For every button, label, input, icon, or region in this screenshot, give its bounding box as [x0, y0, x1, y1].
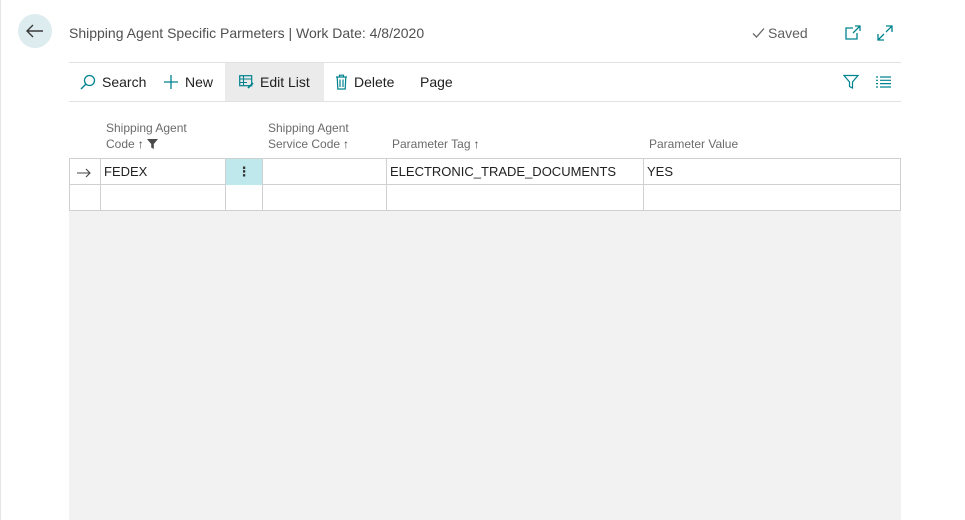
row-indicator — [70, 185, 101, 211]
sort-ascending-icon: ↑ — [137, 137, 144, 151]
delete-label: Delete — [354, 74, 395, 90]
empty-list-area — [69, 211, 901, 520]
edit-list-button[interactable]: Edit List — [225, 63, 324, 101]
data-grid: FEDEX ⋮ ELECTRONIC_TRADE_DOCUMENTS YES — [69, 158, 901, 211]
page-label: Page — [420, 74, 453, 90]
filter-icon[interactable] — [843, 74, 859, 90]
column-header-line: Parameter Tag — [392, 137, 471, 151]
column-header-parameter-tag[interactable]: Parameter Tag ↑ — [392, 136, 480, 152]
cell-parameter-value[interactable]: YES — [644, 159, 900, 185]
column-header-shipping-agent-code[interactable]: Shipping Agent Code ↑ — [106, 120, 187, 152]
cell-parameter-tag[interactable]: ELECTRONIC_TRADE_DOCUMENTS — [387, 159, 644, 185]
action-bar: Search New Edit List Delete Page — [69, 62, 901, 102]
column-header-line: Shipping Agent — [106, 121, 187, 135]
cell-shipping-agent-code[interactable] — [101, 185, 226, 211]
column-header-parameter-value[interactable]: Parameter Value — [649, 136, 738, 152]
plus-icon — [164, 75, 178, 89]
column-header-service-code[interactable]: Shipping Agent Service Code ↑ — [268, 120, 349, 152]
trash-icon — [336, 74, 347, 90]
delete-button[interactable]: Delete — [335, 63, 394, 101]
edit-list-label: Edit List — [260, 74, 310, 90]
column-header-line: Code — [106, 137, 135, 151]
list-view-icon[interactable] — [876, 76, 891, 88]
sort-ascending-icon: ↑ — [343, 137, 350, 151]
window-edge — [0, 0, 1, 520]
row-arrow-icon — [77, 168, 91, 177]
column-header-line: Shipping Agent — [268, 121, 349, 135]
open-in-new-window-icon[interactable] — [844, 24, 862, 42]
saved-status: Saved — [752, 25, 808, 41]
row-actions-menu[interactable]: ⋮ — [226, 159, 263, 185]
cell-parameter-value[interactable] — [644, 185, 900, 211]
column-header-line: Parameter Value — [649, 137, 739, 151]
cell-service-code[interactable] — [263, 159, 387, 185]
filter-funnel-icon — [146, 139, 158, 149]
new-button[interactable]: New — [163, 63, 213, 101]
search-button[interactable]: Search — [80, 63, 146, 101]
expand-icon[interactable] — [876, 24, 894, 42]
back-button[interactable] — [18, 14, 52, 48]
saved-label: Saved — [768, 25, 808, 41]
arrow-left-icon — [26, 24, 43, 38]
row-indicator — [70, 159, 101, 185]
edit-list-icon — [239, 75, 254, 89]
column-header-line: Service Code — [268, 137, 341, 151]
cell-service-code[interactable] — [263, 185, 387, 211]
table-row[interactable] — [70, 185, 900, 211]
search-label: Search — [102, 74, 147, 90]
cell-parameter-tag[interactable] — [387, 185, 644, 211]
cell-shipping-agent-code[interactable]: FEDEX — [101, 159, 226, 185]
check-icon — [752, 28, 765, 38]
new-label: New — [185, 74, 214, 90]
row-actions-menu[interactable] — [226, 185, 263, 211]
page-title: Shipping Agent Specific Parmeters | Work… — [69, 25, 425, 41]
sort-ascending-icon: ↑ — [473, 137, 480, 151]
search-icon — [80, 74, 96, 90]
page-menu-button[interactable]: Page — [420, 63, 453, 101]
table-row[interactable]: FEDEX ⋮ ELECTRONIC_TRADE_DOCUMENTS YES — [70, 159, 900, 185]
